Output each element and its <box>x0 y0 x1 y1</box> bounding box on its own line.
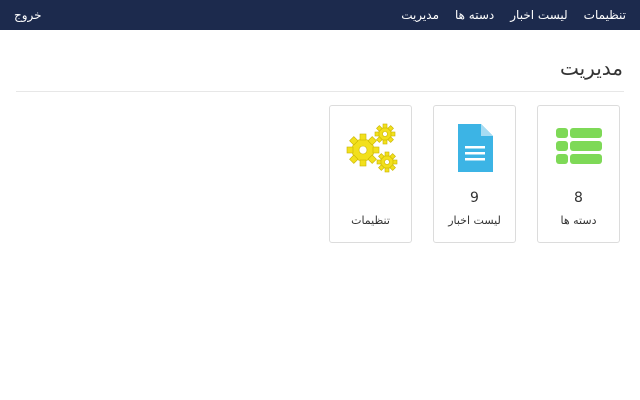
nav-logout-wrapper: خروج <box>14 0 42 30</box>
gears-icon <box>346 123 397 173</box>
card-settings[interactable]: تنظیمات <box>329 105 412 243</box>
logout-link[interactable]: خروج <box>14 8 42 22</box>
categories-label: دسته ها <box>560 214 597 227</box>
nav-menu: مدیریت دسته ها لیست اخبار تنظیمات <box>401 0 626 30</box>
card-categories[interactable]: 8 دسته ها <box>537 105 620 243</box>
categories-count: 8 <box>574 190 583 206</box>
news-count: 9 <box>470 190 479 206</box>
top-navbar: مدیریت دسته ها لیست اخبار تنظیمات خروج <box>0 0 640 30</box>
card-news-list[interactable]: 9 لیست اخبار <box>433 105 516 243</box>
nav-item-admin[interactable]: مدیریت <box>401 8 439 22</box>
document-icon <box>457 124 493 172</box>
nav-item-settings[interactable]: تنظیمات <box>584 8 626 22</box>
settings-label: تنظیمات <box>351 214 390 227</box>
nav-item-categories[interactable]: دسته ها <box>455 8 494 22</box>
news-label: لیست اخبار <box>448 214 501 227</box>
list-icon <box>555 128 602 164</box>
page-title: مدیریت <box>559 56 623 80</box>
nav-item-news-list[interactable]: لیست اخبار <box>510 8 567 22</box>
title-divider <box>16 91 624 92</box>
